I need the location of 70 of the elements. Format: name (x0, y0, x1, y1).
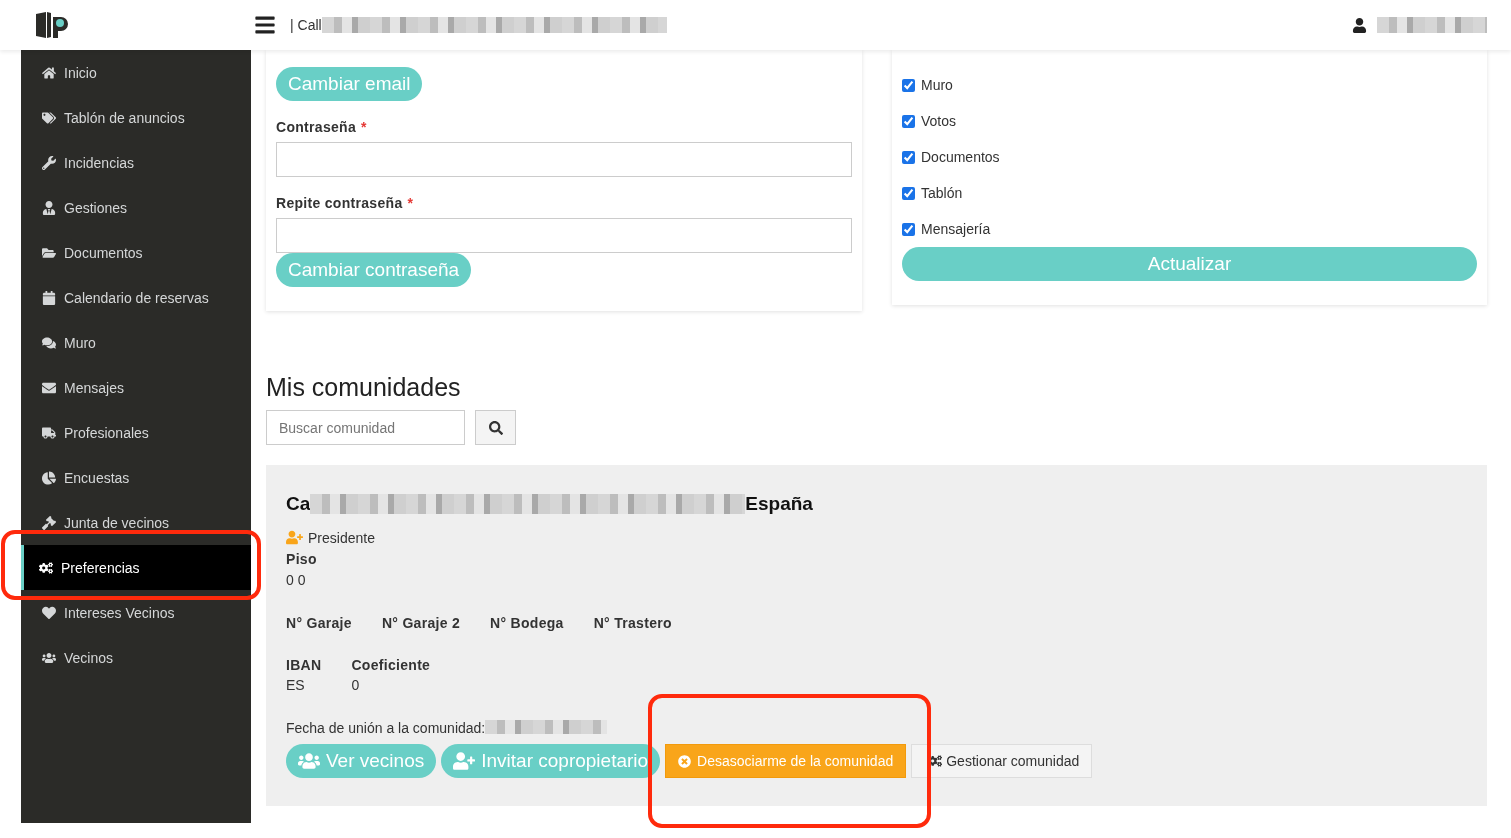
community-country: España (745, 493, 813, 515)
password-field[interactable] (276, 142, 852, 177)
iban-label: IBAN (286, 657, 322, 673)
password-field[interactable] (276, 218, 852, 253)
calendar-icon (42, 290, 56, 305)
coefficient-label: Coeficiente (351, 657, 431, 673)
chat-icon (42, 335, 56, 350)
search-icon (488, 420, 503, 435)
field-label: N° Trastero (593, 615, 672, 631)
users-icon (298, 750, 320, 772)
role-text: Presidente (308, 529, 375, 546)
floor-label: Piso (286, 550, 317, 567)
user-plus-icon (286, 529, 303, 546)
checkbox[interactable] (902, 186, 915, 200)
person-icon (42, 200, 56, 215)
gavel-icon (42, 515, 56, 530)
sidebar-item[interactable]: Vecinos (21, 635, 251, 680)
sidebar-item[interactable]: Incidencias (21, 140, 251, 185)
manage-community-button[interactable]: Gestionar comunidad (911, 744, 1093, 778)
gears-icon (39, 560, 53, 575)
home-icon (42, 65, 56, 80)
checkbox-label: Votos (921, 113, 957, 129)
field-label: Repite contraseña * (276, 195, 415, 211)
join-date-label: Fecha de unión a la comunidad: (286, 720, 486, 736)
logo-icon (34, 11, 70, 39)
checkbox-label: Muro (921, 77, 953, 93)
user-plus-icon (453, 750, 476, 772)
sidebar-item[interactable]: Encuestas (21, 455, 251, 500)
truck-icon (42, 425, 56, 440)
community-name: Ca (286, 493, 311, 515)
user-icon (1352, 17, 1367, 33)
sidebar-item[interactable]: Gestiones (21, 185, 251, 230)
sidebar-item[interactable]: Profesionales (21, 410, 251, 455)
iban-value: ES (286, 677, 306, 693)
checkbox[interactable] (902, 150, 915, 164)
close-icon (678, 754, 692, 768)
checkbox[interactable] (902, 114, 915, 128)
envelope-icon (42, 380, 56, 395)
gears-icon (928, 754, 943, 768)
checkbox-label: Documentos (921, 149, 1000, 165)
coefficient-value: 0 (351, 677, 361, 693)
folder-icon (42, 245, 56, 260)
sidebar-item[interactable]: Mensajes (21, 365, 251, 410)
sidebar-item[interactable]: Intereses Vecinos (21, 590, 251, 635)
pie-chart-icon (42, 470, 56, 485)
field-label: N° Bodega (490, 615, 564, 631)
users-icon (42, 650, 56, 665)
search-button[interactable] (475, 410, 516, 445)
sidebar-item[interactable]: Muro (21, 320, 251, 365)
field-label: Contraseña * (276, 119, 368, 135)
sidebar-item[interactable]: Documentos (21, 230, 251, 275)
search-field[interactable]: Buscar comunidad (266, 410, 465, 445)
checkbox[interactable] (902, 78, 915, 92)
sidebar-item[interactable]: Calendario de reservas (21, 275, 251, 320)
menu-icon[interactable] (254, 14, 276, 36)
sidebar-item[interactable]: Inicio (21, 50, 251, 95)
sidebar-item[interactable]: Preferencias (21, 545, 251, 590)
sidebar-item[interactable]: Tablón de anuncios (21, 95, 251, 140)
heart-icon (42, 605, 56, 620)
tag-icon (42, 110, 56, 125)
address-text: | Call (290, 17, 322, 33)
checkbox[interactable] (902, 222, 915, 236)
checkbox-label: Mensajería (921, 221, 991, 237)
field-label: N° Garaje (286, 615, 352, 631)
field-label: N° Garaje 2 (381, 615, 461, 631)
section-title: Mis comunidades (266, 373, 462, 402)
sidebar-item[interactable]: Junta de vecinos (21, 500, 251, 545)
checkbox-label: Tablón (921, 185, 963, 201)
floor-value: 0 0 (286, 571, 306, 588)
wrench-icon (42, 155, 56, 170)
